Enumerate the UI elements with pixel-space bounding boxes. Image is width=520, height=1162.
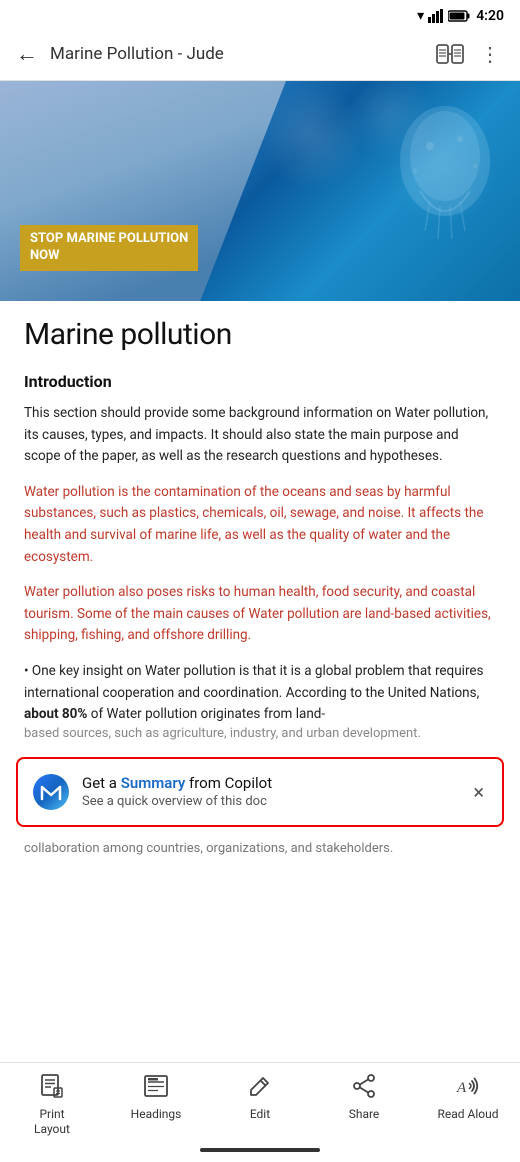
svg-text:A: A <box>456 1080 467 1096</box>
read-aloud-label: Read Aloud <box>437 1107 498 1121</box>
top-nav: ← Marine Pollution - Jude ⋮ <box>0 28 520 81</box>
mixed-paragraph: • One key insight on Water pollution is … <box>24 661 496 726</box>
share-label: Share <box>349 1107 380 1121</box>
edit-icon <box>247 1073 273 1103</box>
copilot-title-prefix: Get a <box>82 774 121 792</box>
doc-text-area: Marine pollution Introduction This secti… <box>0 301 520 726</box>
share-icon <box>351 1073 377 1103</box>
toolbar-item-edit[interactable]: Edit <box>220 1073 300 1121</box>
copilot-logo <box>32 773 70 811</box>
copilot-title-link[interactable]: Summary <box>121 774 186 792</box>
red-paragraph-2: Water pollution also poses risks to huma… <box>24 582 496 647</box>
toolbar-item-share[interactable]: Share <box>324 1073 404 1121</box>
hero-creature <box>380 91 510 246</box>
home-bar <box>200 1148 320 1152</box>
headings-label: Headings <box>131 1107 182 1121</box>
edit-label: Edit <box>250 1107 270 1121</box>
headings-icon <box>143 1073 169 1103</box>
bottom-toolbar: PrintLayout Headings Edit <box>0 1062 520 1142</box>
copilot-banner-subtitle: See a quick overview of this doc <box>82 794 457 809</box>
status-icons: ▾ <box>417 8 470 24</box>
copilot-banner: Get a Summary from Copilot See a quick o… <box>16 757 504 827</box>
time-display: 4:20 <box>476 8 504 24</box>
mixed-para-start: • One key insight on Water pollution is … <box>24 663 484 701</box>
trailing-text: collaboration among countries, organizat… <box>0 837 520 864</box>
hero-text-box: STOP MARINE POLLUTION NOW <box>20 225 198 271</box>
status-bar: ▾ 4:20 <box>0 0 520 28</box>
more-options-button[interactable]: ⋮ <box>476 38 504 70</box>
wifi-icon: ▾ <box>417 8 424 24</box>
toolbar-item-read-aloud[interactable]: A Read Aloud <box>428 1073 508 1121</box>
cutoff-text: based sources, such as agriculture, indu… <box>0 726 520 747</box>
mixed-para-end: of Water pollution originates from land- <box>87 706 325 722</box>
battery-icon <box>448 10 470 22</box>
immersive-reader-button[interactable] <box>436 43 464 65</box>
copilot-close-button[interactable]: × <box>469 778 488 806</box>
document-main-title: Marine pollution <box>24 317 496 352</box>
copilot-banner-text: Get a Summary from Copilot See a quick o… <box>82 774 457 809</box>
document-title: Marine Pollution - Jude <box>50 44 424 64</box>
print-layout-label: PrintLayout <box>34 1107 70 1136</box>
hero-image: STOP MARINE POLLUTION NOW <box>0 81 520 301</box>
toolbar-item-headings[interactable]: Headings <box>116 1073 196 1121</box>
mixed-para-bold: about 80% <box>24 706 87 722</box>
document-content: STOP MARINE POLLUTION NOW Marine polluti… <box>0 81 520 1062</box>
read-aloud-icon: A <box>455 1073 481 1103</box>
copilot-banner-title: Get a Summary from Copilot <box>82 774 457 792</box>
section-introduction-heading: Introduction <box>24 372 496 391</box>
toolbar-item-print-layout[interactable]: PrintLayout <box>12 1073 92 1136</box>
red-paragraph-1: Water pollution is the contamination of … <box>24 482 496 568</box>
home-indicator <box>0 1142 520 1162</box>
copilot-title-suffix: from Copilot <box>185 774 272 792</box>
signal-icon <box>428 9 444 23</box>
intro-body-paragraph: This section should provide some backgro… <box>24 403 496 468</box>
back-button[interactable]: ← <box>16 41 38 67</box>
print-layout-icon <box>39 1073 65 1103</box>
